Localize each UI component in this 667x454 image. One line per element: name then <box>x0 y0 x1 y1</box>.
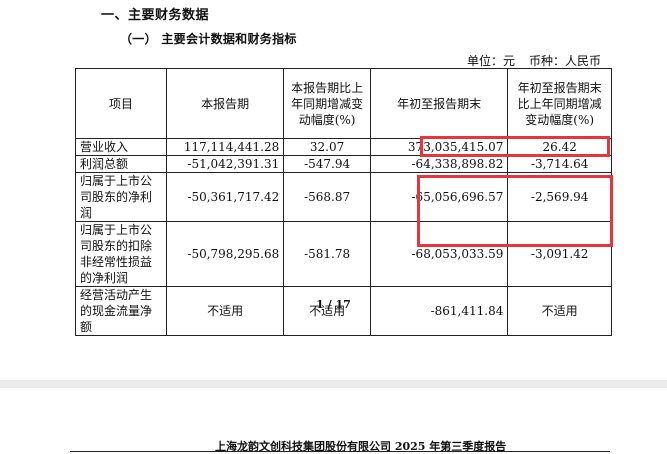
cell-current-period-change: -581.78 <box>283 221 371 287</box>
header-current-period-change: 本报告期比上年同期增减变动幅度(%) <box>283 68 371 139</box>
table-row-operating-cash-flow: 经营活动产生的现金流量净额 不适用 不适用 -861,411.84 不适用 <box>75 286 612 336</box>
cell-current-period: 117,114,441.28 <box>165 138 285 156</box>
cell-ytd-change: -3,714.64 <box>507 155 612 173</box>
row-label: 归属于上市公司股东的净利润 <box>75 172 167 222</box>
header-ytd-change: 年初至报告期末比上年同期增减变动幅度(%) <box>507 68 612 139</box>
highlight-box-profits <box>417 175 613 247</box>
currency-label: 币种：人民币 <box>528 54 601 68</box>
row-label: 经营活动产生的现金流量净额 <box>75 286 167 336</box>
footer-rule <box>70 451 610 452</box>
row-label: 利润总额 <box>75 155 167 173</box>
header-item: 项目 <box>75 68 167 139</box>
cell-current-period: -50,798,295.68 <box>165 221 285 287</box>
table-row-total-profit: 利润总额 -51,042,391.31 -547.94 -64,338,898.… <box>75 155 612 173</box>
page-number: 1 / 17 <box>316 298 351 311</box>
section-title: 一、主要财务数据 <box>101 8 210 23</box>
report-page-1: 一、主要财务数据 （一） 主要会计数据和财务指标 单位：元 币种：人民币 项目 本… <box>0 0 667 380</box>
unit-currency-line: 单位：元 币种：人民币 <box>453 52 601 69</box>
cell-current-period-change: 32.07 <box>283 138 371 156</box>
cell-current-period: 不适用 <box>165 286 285 336</box>
cell-current-period: -50,361,717.42 <box>165 172 285 222</box>
cell-ytd-change: 不适用 <box>507 286 612 336</box>
header-current-period: 本报告期 <box>165 68 285 139</box>
subsection-title: （一） 主要会计数据和财务指标 <box>120 32 297 46</box>
report-page-2: 上海龙韵文创科技集团股份有限公司 2025 年第三季度报告 <box>0 388 667 454</box>
header-ytd: 年初至报告期末 <box>369 68 509 139</box>
row-label: 归属于上市公司股东的扣除非经常性损益的净利润 <box>75 221 167 287</box>
table-header-row: 项目 本报告期 本报告期比上年同期增减变动幅度(%) 年初至报告期末 年初至报告… <box>75 68 612 139</box>
page-separator <box>0 380 667 388</box>
highlight-box-revenue <box>420 136 610 157</box>
unit-label: 单位：元 <box>466 54 515 68</box>
cell-current-period-change: -547.94 <box>283 155 371 173</box>
cell-current-period-change: 不适用 <box>283 286 371 336</box>
cell-current-period-change: -568.87 <box>283 172 371 222</box>
cell-ytd: -861,411.84 <box>369 286 509 336</box>
cell-ytd: -64,338,898.82 <box>369 155 509 173</box>
cell-current-period: -51,042,391.31 <box>165 155 285 173</box>
row-label: 营业收入 <box>75 138 167 156</box>
